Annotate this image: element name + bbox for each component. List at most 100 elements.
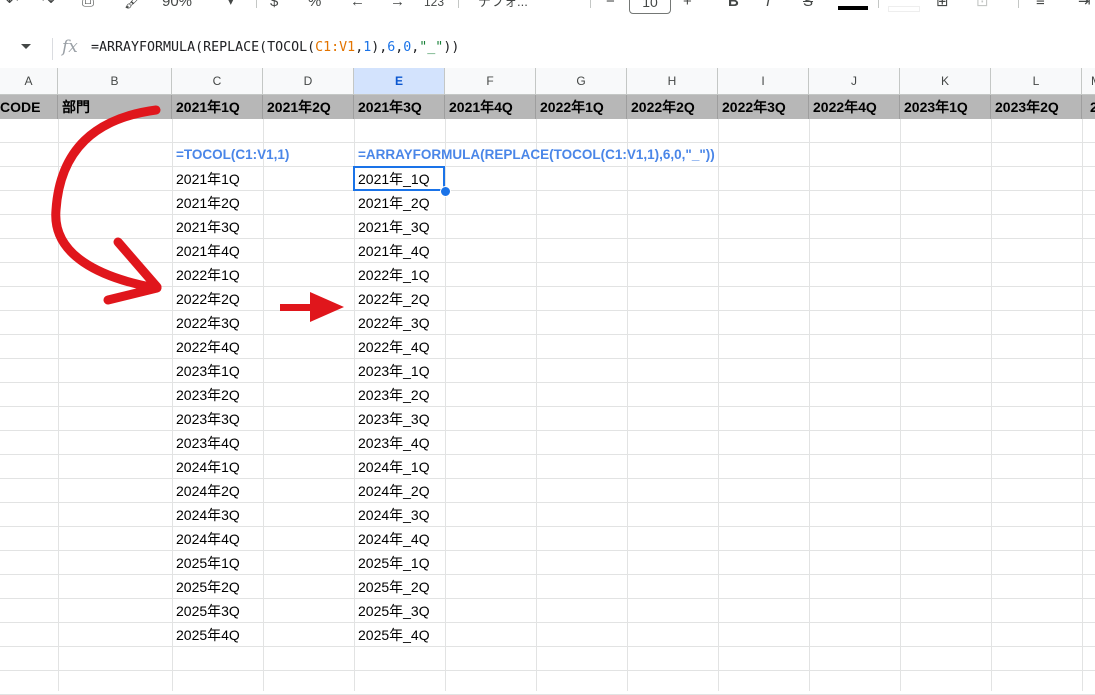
currency-button[interactable]: $ — [270, 0, 278, 12]
column-header-g[interactable]: G — [536, 68, 627, 95]
column-c-cell[interactable]: 2023年1Q — [172, 359, 240, 383]
column-e-cell[interactable]: 2022年_3Q — [354, 311, 430, 335]
column-c-cell[interactable]: 2023年4Q — [172, 431, 240, 455]
cell-j1[interactable]: 2022年4Q — [809, 95, 900, 119]
grid-hline — [0, 502, 1095, 503]
text-color-icon[interactable] — [838, 6, 868, 10]
cell-e1[interactable]: 2021年3Q — [354, 95, 445, 119]
paint-format-icon[interactable]: 🖌 — [124, 0, 143, 12]
column-e-cell[interactable]: 2022年_1Q — [354, 263, 430, 287]
increase-decimal-icon[interactable]: → — [390, 0, 405, 12]
undo-icon[interactable]: ↶ — [6, 0, 19, 12]
borders-icon[interactable]: ⊞ — [936, 0, 949, 12]
cell-e3-formula[interactable]: =ARRAYFORMULA(REPLACE(TOCOL(C1:V1,1),6,0… — [354, 143, 715, 167]
italic-icon[interactable]: I — [766, 0, 770, 12]
column-e-cell[interactable]: 2021年_4Q — [354, 239, 430, 263]
column-header-i[interactable]: I — [718, 68, 809, 95]
column-header-j[interactable]: J — [809, 68, 900, 95]
column-c-cell[interactable]: 2022年3Q — [172, 311, 240, 335]
cell-k1[interactable]: 2023年1Q — [900, 95, 991, 119]
cell-c3-formula[interactable]: =TOCOL(C1:V1,1) — [172, 143, 289, 167]
column-e-cell[interactable]: 2022年_4Q — [354, 335, 430, 359]
column-e-cell[interactable]: 2021年_3Q — [354, 215, 430, 239]
column-header-a[interactable]: A — [0, 68, 58, 95]
column-e-cell[interactable]: 2023年_4Q — [354, 431, 430, 455]
grid-hline — [0, 406, 1095, 407]
column-e-cell[interactable]: 2022年_2Q — [354, 287, 430, 311]
align-icon[interactable]: ≡ — [1036, 0, 1045, 12]
column-c-cell[interactable]: 2024年4Q — [172, 527, 240, 551]
column-e-cell[interactable]: 2024年_2Q — [354, 479, 430, 503]
selected-cell-e4[interactable] — [353, 166, 445, 191]
cell-i1[interactable]: 2022年3Q — [718, 95, 809, 119]
print-icon[interactable]: ⎙ — [82, 0, 94, 12]
column-header-b[interactable]: B — [58, 68, 172, 95]
bold-icon[interactable]: B — [728, 0, 739, 12]
font-size-increase[interactable]: + — [683, 0, 692, 12]
decrease-decimal-icon[interactable]: ← — [350, 0, 365, 12]
column-c-cell[interactable]: 2024年3Q — [172, 503, 240, 527]
grid-hline — [0, 646, 1095, 647]
zoom-select[interactable]: 90% — [162, 0, 192, 12]
column-c-cell[interactable]: 2023年2Q — [172, 383, 240, 407]
column-c-cell[interactable]: 2025年3Q — [172, 599, 240, 623]
column-c-cell[interactable]: 2023年3Q — [172, 407, 240, 431]
formula-input[interactable]: =ARRAYFORMULA(REPLACE(TOCOL(C1:V1,1),6,0… — [91, 40, 459, 55]
column-header-k[interactable]: K — [900, 68, 991, 95]
column-e-cell[interactable]: 2023年_3Q — [354, 407, 430, 431]
font-select[interactable]: デフォ... — [478, 0, 528, 12]
font-size-input[interactable]: 10 — [629, 0, 671, 14]
column-e-cell[interactable]: 2024年_4Q — [354, 527, 430, 551]
column-e-cell[interactable]: 2021年_2Q — [354, 191, 430, 215]
column-header-e[interactable]: E — [354, 68, 445, 95]
merge-icon[interactable]: ⊡ — [976, 0, 989, 12]
cell-m1[interactable]: 20 — [1082, 95, 1095, 119]
column-header-l[interactable]: L — [991, 68, 1082, 95]
column-e-cell[interactable]: 2024年_3Q — [354, 503, 430, 527]
cell-d1[interactable]: 2021年2Q — [263, 95, 354, 119]
column-c-cell[interactable]: 2025年4Q — [172, 623, 240, 647]
grid-hline — [0, 286, 1095, 287]
number-format-button[interactable]: 123 — [424, 0, 444, 12]
column-c-cell[interactable]: 2022年2Q — [172, 287, 240, 311]
column-c-cell[interactable]: 2024年1Q — [172, 455, 240, 479]
column-e-cell[interactable]: 2025年_3Q — [354, 599, 430, 623]
strikethrough-icon[interactable]: S — [803, 0, 813, 12]
cell-a1[interactable]: CODE — [0, 95, 58, 119]
percent-button[interactable]: % — [308, 0, 321, 12]
fill-handle[interactable] — [440, 186, 451, 197]
column-e-cell[interactable]: 2025年_1Q — [354, 551, 430, 575]
column-e-cell[interactable]: 2025年_2Q — [354, 575, 430, 599]
column-c-cell[interactable]: 2022年1Q — [172, 263, 240, 287]
column-e-cell[interactable]: 2025年_4Q — [354, 623, 430, 647]
font-size-decrease[interactable]: − — [606, 0, 615, 12]
column-c-cell[interactable]: 2021年3Q — [172, 215, 240, 239]
column-c-cell[interactable]: 2024年2Q — [172, 479, 240, 503]
column-e-cell[interactable]: 2024年_1Q — [354, 455, 430, 479]
column-e-cell[interactable]: 2023年_2Q — [354, 383, 430, 407]
column-c-cell[interactable]: 2021年4Q — [172, 239, 240, 263]
column-header-h[interactable]: H — [627, 68, 718, 95]
column-c-cell[interactable]: 2021年2Q — [172, 191, 240, 215]
cell-g1[interactable]: 2022年1Q — [536, 95, 627, 119]
column-header-f[interactable]: F — [445, 68, 536, 95]
cell-b1[interactable]: 部門 — [58, 95, 172, 119]
fill-color-icon[interactable] — [888, 6, 920, 12]
redo-icon[interactable]: ↷ — [42, 0, 55, 12]
grid-hline — [0, 574, 1095, 575]
column-c-cell[interactable]: 2025年1Q — [172, 551, 240, 575]
cell-h1[interactable]: 2022年2Q — [627, 95, 718, 119]
cell-l1[interactable]: 2023年2Q — [991, 95, 1082, 119]
column-c-cell[interactable]: 2021年1Q — [172, 167, 240, 191]
column-header-d[interactable]: D — [263, 68, 354, 95]
column-e-cell[interactable]: 2023年_1Q — [354, 359, 430, 383]
namebox-dropdown-icon[interactable] — [21, 44, 31, 49]
column-header-c[interactable]: C — [172, 68, 263, 95]
zoom-dropdown-icon[interactable]: ▾ — [228, 0, 234, 12]
column-c-cell[interactable]: 2022年4Q — [172, 335, 240, 359]
wrap-icon[interactable]: ⇥ — [1078, 0, 1091, 12]
column-c-cell[interactable]: 2025年2Q — [172, 575, 240, 599]
cell-f1[interactable]: 2021年4Q — [445, 95, 536, 119]
cell-c1[interactable]: 2021年1Q — [172, 95, 263, 119]
column-header-m[interactable]: M — [1082, 68, 1095, 95]
